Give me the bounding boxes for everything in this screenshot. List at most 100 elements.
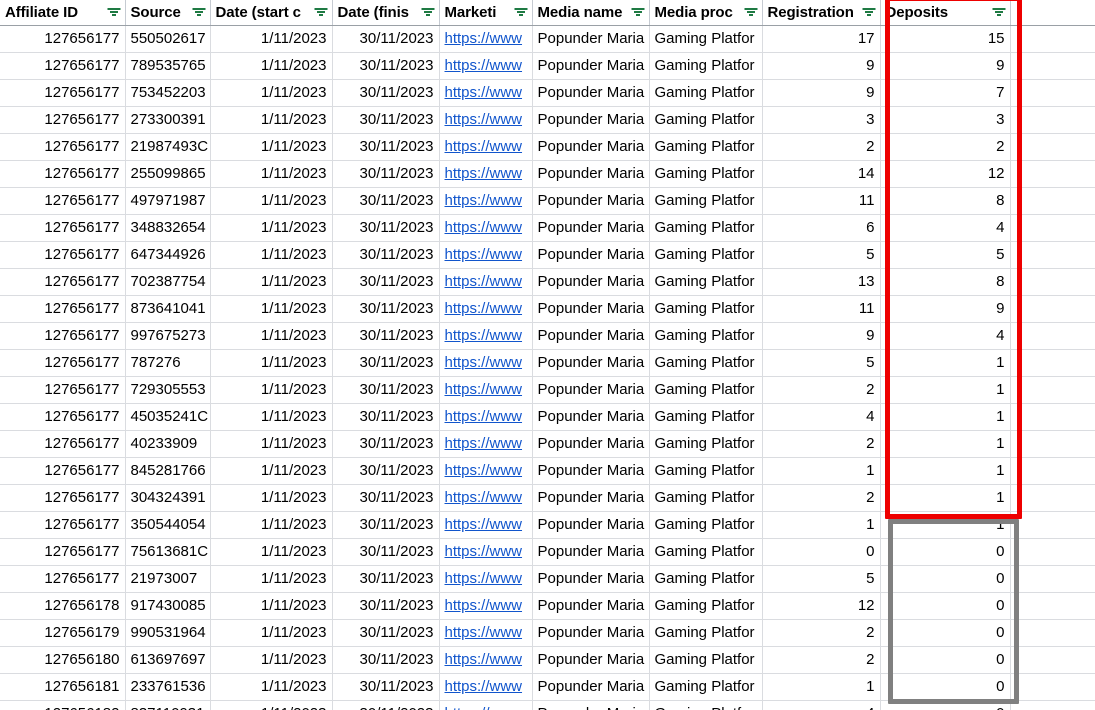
row-spacer-cell[interactable] <box>1010 295 1095 322</box>
media-name-cell[interactable]: Popunder Maria <box>532 376 649 403</box>
media-product-cell[interactable]: Gaming Platfor <box>649 106 762 133</box>
affiliate-id-cell[interactable]: 127656177 <box>0 268 125 295</box>
date-start-cell[interactable]: 1/11/2023 <box>210 241 332 268</box>
marketing-url-cell[interactable]: https://www <box>439 79 532 106</box>
date-finish-cell[interactable]: 30/11/2023 <box>332 619 439 646</box>
row-spacer-cell[interactable] <box>1010 430 1095 457</box>
affiliate-id-cell[interactable]: 127656177 <box>0 106 125 133</box>
marketing-url-link[interactable]: https://www <box>445 57 523 74</box>
marketing-url-link[interactable]: https://www <box>445 192 523 209</box>
row-spacer-cell[interactable] <box>1010 268 1095 295</box>
registrations-cell[interactable]: 2 <box>762 133 880 160</box>
marketing-url-cell[interactable]: https://www <box>439 241 532 268</box>
table-row[interactable]: 1276561774979719871/11/202330/11/2023htt… <box>0 187 1095 214</box>
column-header-source[interactable]: Source <box>125 0 210 25</box>
affiliate-id-cell[interactable]: 127656177 <box>0 511 125 538</box>
marketing-url-link[interactable]: https://www <box>445 489 523 506</box>
marketing-url-link[interactable]: https://www <box>445 543 523 560</box>
column-header-date-start[interactable]: Date (start c <box>210 0 332 25</box>
row-spacer-cell[interactable] <box>1010 25 1095 52</box>
table-row[interactable]: 1276561777895357651/11/202330/11/2023htt… <box>0 52 1095 79</box>
table-row[interactable]: 12765617721987493C1/11/202330/11/2023htt… <box>0 133 1095 160</box>
row-spacer-cell[interactable] <box>1010 646 1095 673</box>
media-product-cell[interactable]: Gaming Platfor <box>649 160 762 187</box>
date-start-cell[interactable]: 1/11/2023 <box>210 403 332 430</box>
table-row[interactable]: 127656177219730071/11/202330/11/2023http… <box>0 565 1095 592</box>
date-finish-cell[interactable]: 30/11/2023 <box>332 133 439 160</box>
marketing-url-link[interactable]: https://www <box>445 138 523 155</box>
marketing-url-cell[interactable]: https://www <box>439 133 532 160</box>
deposits-cell[interactable]: 0 <box>880 565 1010 592</box>
filter-funnel-icon[interactable] <box>193 7 206 18</box>
date-finish-cell[interactable]: 30/11/2023 <box>332 214 439 241</box>
row-spacer-cell[interactable] <box>1010 52 1095 79</box>
marketing-url-cell[interactable]: https://www <box>439 268 532 295</box>
marketing-url-cell[interactable]: https://www <box>439 295 532 322</box>
registrations-cell[interactable]: 2 <box>762 619 880 646</box>
date-finish-cell[interactable]: 30/11/2023 <box>332 79 439 106</box>
affiliate-id-cell[interactable]: 127656177 <box>0 160 125 187</box>
filter-funnel-icon[interactable] <box>108 7 121 18</box>
marketing-url-link[interactable]: https://www <box>445 462 523 479</box>
media-name-cell[interactable]: Popunder Maria <box>532 349 649 376</box>
filter-funnel-icon[interactable] <box>745 7 758 18</box>
media-product-cell[interactable]: Gaming Platfor <box>649 349 762 376</box>
date-finish-cell[interactable]: 30/11/2023 <box>332 106 439 133</box>
registrations-cell[interactable]: 9 <box>762 52 880 79</box>
marketing-url-cell[interactable]: https://www <box>439 25 532 52</box>
table-row[interactable]: 1276561806136976971/11/202330/11/2023htt… <box>0 646 1095 673</box>
source-cell[interactable]: 729305553 <box>125 376 210 403</box>
date-finish-cell[interactable]: 30/11/2023 <box>332 25 439 52</box>
table-row[interactable]: 1276561776473449261/11/202330/11/2023htt… <box>0 241 1095 268</box>
row-spacer-cell[interactable] <box>1010 376 1095 403</box>
affiliate-id-cell[interactable]: 127656177 <box>0 295 125 322</box>
marketing-url-link[interactable]: https://www <box>445 435 523 452</box>
date-start-cell[interactable]: 1/11/2023 <box>210 511 332 538</box>
row-spacer-cell[interactable] <box>1010 619 1095 646</box>
date-start-cell[interactable]: 1/11/2023 <box>210 430 332 457</box>
media-name-cell[interactable]: Popunder Maria <box>532 268 649 295</box>
date-finish-cell[interactable]: 30/11/2023 <box>332 52 439 79</box>
media-name-cell[interactable]: Popunder Maria <box>532 295 649 322</box>
source-cell[interactable]: 497971987 <box>125 187 210 214</box>
row-spacer-cell[interactable] <box>1010 349 1095 376</box>
deposits-cell[interactable]: 8 <box>880 268 1010 295</box>
date-finish-cell[interactable]: 30/11/2023 <box>332 268 439 295</box>
date-start-cell[interactable]: 1/11/2023 <box>210 538 332 565</box>
media-product-cell[interactable]: Gaming Platfor <box>649 79 762 106</box>
date-start-cell[interactable]: 1/11/2023 <box>210 673 332 700</box>
affiliate-id-cell[interactable]: 127656177 <box>0 430 125 457</box>
media-product-cell[interactable]: Gaming Platfor <box>649 700 762 710</box>
table-row[interactable]: 1276561773505440541/11/202330/11/2023htt… <box>0 511 1095 538</box>
marketing-url-link[interactable]: https://www <box>445 408 523 425</box>
source-cell[interactable]: 40233909 <box>125 430 210 457</box>
date-start-cell[interactable]: 1/11/2023 <box>210 349 332 376</box>
media-name-cell[interactable]: Popunder Maria <box>532 511 649 538</box>
media-product-cell[interactable]: Gaming Platfor <box>649 565 762 592</box>
marketing-url-cell[interactable]: https://www <box>439 430 532 457</box>
table-row[interactable]: 1276561778452817661/11/202330/11/2023htt… <box>0 457 1095 484</box>
table-row[interactable]: 1276561828371109311/11/202330/11/2023htt… <box>0 700 1095 710</box>
table-row[interactable]: 1276561775505026171/11/202330/11/2023htt… <box>0 25 1095 52</box>
source-cell[interactable]: 873641041 <box>125 295 210 322</box>
source-cell[interactable]: 21973007 <box>125 565 210 592</box>
source-cell[interactable]: 990531964 <box>125 619 210 646</box>
registrations-cell[interactable]: 14 <box>762 160 880 187</box>
affiliate-id-cell[interactable]: 127656178 <box>0 592 125 619</box>
affiliate-id-cell[interactable]: 127656177 <box>0 403 125 430</box>
date-finish-cell[interactable]: 30/11/2023 <box>332 592 439 619</box>
media-name-cell[interactable]: Popunder Maria <box>532 214 649 241</box>
marketing-url-cell[interactable]: https://www <box>439 673 532 700</box>
marketing-url-cell[interactable]: https://www <box>439 322 532 349</box>
row-spacer-cell[interactable] <box>1010 592 1095 619</box>
table-row[interactable]: 1276561773488326541/11/202330/11/2023htt… <box>0 214 1095 241</box>
date-start-cell[interactable]: 1/11/2023 <box>210 592 332 619</box>
table-row[interactable]: 1276561772733003911/11/202330/11/2023htt… <box>0 106 1095 133</box>
deposits-cell[interactable]: 7 <box>880 79 1010 106</box>
marketing-url-cell[interactable]: https://www <box>439 646 532 673</box>
date-finish-cell[interactable]: 30/11/2023 <box>332 700 439 710</box>
registrations-cell[interactable]: 1 <box>762 511 880 538</box>
source-cell[interactable]: 233761536 <box>125 673 210 700</box>
filter-funnel-icon[interactable] <box>315 7 328 18</box>
marketing-url-link[interactable]: https://www <box>445 381 523 398</box>
